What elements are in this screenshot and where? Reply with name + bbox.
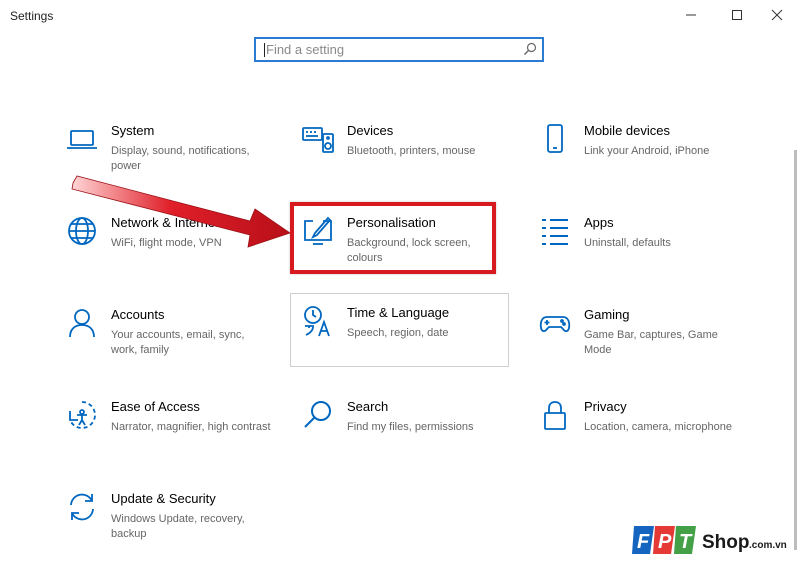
- minimize-button[interactable]: [668, 0, 714, 30]
- keyboard-speaker-icon: [302, 127, 334, 153]
- search-icon[interactable]: [523, 42, 537, 56]
- maximize-icon: [732, 10, 742, 20]
- tile-description: Narrator, magnifier, high contrast: [111, 421, 271, 433]
- tile-search[interactable]: Search Find my files, permissions: [291, 388, 509, 462]
- fpt-shop-logo-icon: F P T Shop .com.vn: [632, 526, 787, 554]
- search-input[interactable]: [256, 39, 542, 60]
- tile-name: Devices: [347, 123, 394, 138]
- tile-name: Gaming: [584, 307, 630, 322]
- close-icon: [771, 9, 783, 21]
- tile-description: Bluetooth, printers, mouse: [347, 145, 476, 157]
- highlight-box: [290, 202, 496, 274]
- tile-description: WiFi, flight mode, VPN: [111, 237, 222, 249]
- tile-name: Accounts: [111, 307, 165, 322]
- laptop-icon: [67, 130, 97, 149]
- tile-devices[interactable]: Devices Bluetooth, printers, mouse: [291, 112, 509, 186]
- time-language-icon: [304, 306, 330, 337]
- search-box[interactable]: [254, 37, 544, 62]
- sync-icon: [70, 493, 94, 521]
- svg-text:T: T: [679, 531, 693, 553]
- svg-text:F: F: [637, 531, 650, 553]
- tile-description: Your accounts, email, sync, work, family: [111, 329, 245, 356]
- tile-name: Update & Security: [111, 491, 216, 506]
- tile-description: Link your Android, iPhone: [584, 145, 710, 157]
- tile-description: Location, camera, microphone: [584, 421, 732, 433]
- phone-icon: [547, 124, 563, 153]
- scrollbar[interactable]: [794, 150, 797, 550]
- minimize-icon: [686, 14, 696, 16]
- person-icon: [69, 309, 95, 338]
- tile-gaming[interactable]: Gaming Game Bar, captures, Game Mode: [528, 296, 746, 370]
- tile-description: Speech, region, date: [347, 327, 449, 339]
- tile-time-language[interactable]: Time & Language Speech, region, date: [290, 293, 509, 367]
- tile-name: Apps: [584, 215, 614, 230]
- text-caret: [264, 43, 265, 57]
- tile-description: Game Bar, captures, Game Mode: [584, 329, 718, 356]
- svg-text:.com.vn: .com.vn: [749, 540, 787, 551]
- tile-name: Search: [347, 399, 389, 414]
- svg-text:P: P: [658, 531, 672, 553]
- fpt-shop-logo: F P T Shop .com.vn: [632, 520, 797, 560]
- tile-privacy[interactable]: Privacy Location, camera, microphone: [528, 388, 746, 462]
- tile-name: Mobile devices: [584, 123, 670, 138]
- globe-icon: [68, 217, 96, 245]
- ease-of-access-icon: [69, 401, 96, 429]
- title-bar: Settings: [0, 0, 800, 30]
- lock-icon: [544, 401, 566, 430]
- tile-description: Find my files, permissions: [347, 421, 474, 433]
- tile-system[interactable]: System Display, sound, notifications, po…: [55, 112, 273, 186]
- tile-name: Privacy: [584, 399, 627, 414]
- tile-name: Time & Language: [347, 305, 450, 320]
- tile-update-security[interactable]: Update & Security Windows Update, recove…: [55, 480, 273, 554]
- tile-name: System: [111, 123, 155, 138]
- tile-description: Display, sound, notifications, power: [111, 145, 250, 172]
- tile-mobile-devices[interactable]: Mobile devices Link your Android, iPhone: [528, 112, 746, 186]
- gamepad-icon: [539, 316, 571, 333]
- tile-apps[interactable]: Apps Uninstall, defaults: [528, 204, 746, 278]
- close-button[interactable]: [754, 0, 800, 30]
- tile-description: Windows Update, recovery, backup: [111, 513, 245, 540]
- list-icon: [542, 219, 568, 245]
- tile-ease-of-access[interactable]: Ease of Access Narrator, magnifier, high…: [55, 388, 273, 462]
- tile-accounts[interactable]: Accounts Your accounts, email, sync, wor…: [55, 296, 273, 370]
- tile-name: Ease of Access: [111, 399, 200, 414]
- search-icon: [304, 401, 331, 428]
- tile-name: Network & Internet: [111, 215, 219, 230]
- tile-description: Uninstall, defaults: [584, 237, 671, 249]
- svg-text:Shop: Shop: [702, 532, 750, 553]
- window-title: Settings: [10, 9, 54, 23]
- tile-network-internet[interactable]: Network & Internet WiFi, flight mode, VP…: [55, 204, 273, 278]
